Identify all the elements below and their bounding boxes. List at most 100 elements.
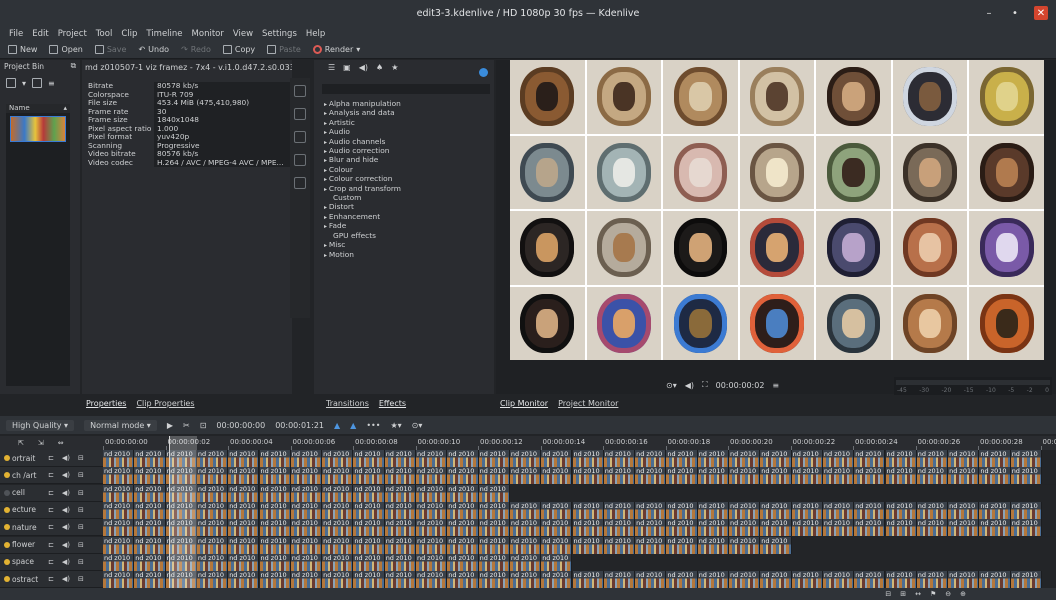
timeline-clip[interactable]: nd z010	[385, 484, 416, 502]
tab-project-monitor[interactable]: Project Monitor	[558, 399, 618, 408]
timeline-clip[interactable]: nd z010	[917, 571, 949, 589]
timeline-clip[interactable]: nd z010	[228, 467, 260, 485]
timeline-clip[interactable]: nd z010	[666, 467, 698, 485]
column-name-header[interactable]: Name	[9, 104, 30, 113]
list-icon[interactable]	[294, 154, 306, 166]
timeline-clip[interactable]: nd z010	[666, 450, 698, 467]
track-header[interactable]: ostract ⊏ ◀) ⊟	[0, 571, 103, 589]
track-header[interactable]: ch /art ⊏ ◀) ⊟	[0, 467, 103, 485]
fullscreen-icon[interactable]: ⛶	[702, 380, 708, 390]
lock-icon[interactable]: ⊏	[48, 471, 54, 479]
timeline-clip[interactable]: nd z010	[385, 519, 416, 537]
track-lane[interactable]: nd z010 nd z010 nd z010 nd z010 nd z010 nd z0…	[103, 484, 1056, 502]
new-button[interactable]: New	[8, 45, 37, 54]
timeline-clip[interactable]: nd z010	[854, 450, 886, 467]
timeline-clip[interactable]: nd z010	[291, 501, 323, 519]
timeline-clip[interactable]: nd z010	[103, 501, 135, 519]
timeline-clip[interactable]: nd z010	[541, 553, 573, 571]
timeline-clip[interactable]: nd z010	[260, 571, 291, 589]
timeline-clip[interactable]: nd z010	[197, 484, 229, 502]
timeline-clip[interactable]: nd z010	[197, 571, 229, 589]
timeline-clip[interactable]: nd z010	[760, 536, 792, 554]
timeline-clip[interactable]: nd z010	[447, 519, 479, 537]
hide-icon[interactable]: ⊟	[78, 489, 84, 497]
timeline-clip[interactable]: nd z010	[134, 536, 166, 554]
timeline-clip[interactable]: nd z010	[479, 501, 510, 519]
track-lane[interactable]: nd z010 nd z010 nd z010 nd z010 nd z010 nd z0…	[103, 571, 1056, 589]
save-button[interactable]: Save	[94, 45, 126, 54]
track-name[interactable]: ortrait	[12, 454, 48, 463]
timeline-clip[interactable]: nd z010	[729, 571, 761, 589]
timeline-clip[interactable]: nd z010	[541, 450, 573, 467]
timeline-clip[interactable]: nd z010	[228, 553, 260, 571]
track-active-icon[interactable]	[4, 558, 10, 565]
timeline-clip[interactable]: nd z010	[322, 571, 354, 589]
timeline-clip[interactable]: nd z010	[479, 519, 510, 537]
timeline-clip[interactable]: nd z010	[854, 501, 886, 519]
hide-icon[interactable]: ⊟	[78, 523, 84, 531]
track-header[interactable]: nature ⊏ ◀) ⊟	[0, 519, 103, 537]
timeline-clip[interactable]: nd z010	[322, 536, 354, 554]
collapse-icon[interactable]: ⇱	[18, 439, 24, 447]
timeline-clip[interactable]: nd z010	[228, 536, 260, 554]
more-icon[interactable]: •••	[366, 421, 380, 430]
timeline-clip[interactable]: nd z010	[948, 501, 980, 519]
timeline-clip[interactable]: nd z010	[197, 450, 229, 467]
list-view-icon[interactable]: ☰	[328, 63, 335, 72]
timeline-clip[interactable]: nd z010	[322, 467, 354, 485]
menu-project[interactable]: Project	[58, 29, 87, 39]
track-lane[interactable]: nd z010 nd z010 nd z010 nd z010 nd z010 nd z0…	[103, 553, 1056, 571]
timeline-clip[interactable]: nd z010	[385, 501, 416, 519]
timeline-clip[interactable]: nd z010	[479, 571, 510, 589]
expand-icon[interactable]: ⇲	[38, 439, 44, 447]
timeline-clip[interactable]: nd z010	[573, 571, 604, 589]
track-active-icon[interactable]	[4, 472, 10, 479]
timeline-clip[interactable]: nd z010	[479, 450, 510, 467]
timeline-clip[interactable]: nd z010	[917, 450, 949, 467]
hide-icon[interactable]: ⊟	[78, 575, 84, 583]
track-header[interactable]: ortrait ⊏ ◀) ⊟	[0, 450, 103, 467]
timeline-clip[interactable]: nd z010	[666, 536, 698, 554]
custom-effects-icon[interactable]: ♠	[376, 63, 383, 72]
insert-icon[interactable]: ▲	[334, 421, 340, 430]
timeline-clip[interactable]: nd z010	[792, 571, 823, 589]
timeline-clip[interactable]: nd z010	[635, 536, 667, 554]
timeline-clip[interactable]: nd z010	[291, 519, 323, 537]
timeline-clip[interactable]: nd z010	[479, 484, 510, 502]
mute-icon[interactable]: ◀)	[62, 575, 70, 583]
timeline-clip[interactable]: nd z010	[635, 467, 667, 485]
timeline-clip[interactable]: nd z010	[103, 519, 135, 537]
menu-clip[interactable]: Clip	[121, 29, 137, 39]
timeline-clip[interactable]: nd z010	[416, 501, 448, 519]
timeline-clip[interactable]: nd z010	[322, 553, 354, 571]
mute-icon[interactable]: ◀)	[62, 471, 70, 479]
track-active-icon[interactable]	[4, 506, 10, 513]
track-name[interactable]: flower	[12, 540, 48, 549]
timeline-clip[interactable]: nd z010	[260, 450, 291, 467]
timeline-clip[interactable]: nd z010	[979, 571, 1011, 589]
arrow-icon[interactable]	[294, 108, 306, 120]
menu-timeline[interactable]: Timeline	[146, 29, 182, 39]
zoom-out-icon[interactable]: ⊖	[945, 590, 951, 598]
timeline-clip[interactable]: nd z010	[886, 519, 917, 537]
timeline-clip[interactable]: nd z010	[510, 571, 542, 589]
settings-icon[interactable]: ⊙▾	[412, 421, 423, 430]
timeline-clip[interactable]: nd z010	[260, 519, 291, 537]
effect-category[interactable]: Motion	[324, 250, 401, 260]
hide-icon[interactable]: ⊟	[78, 454, 84, 462]
close-button[interactable]: ✕	[1034, 6, 1048, 20]
undo-button[interactable]: ↶ Undo	[138, 45, 169, 54]
timeline-clip[interactable]: nd z010	[917, 501, 949, 519]
timeline-clip[interactable]: nd z010	[541, 536, 573, 554]
play-options-icon[interactable]: ⊙▾	[666, 381, 677, 390]
timeline-clip[interactable]: nd z010	[447, 450, 479, 467]
timeline-clip[interactable]: nd z010	[353, 571, 385, 589]
timeline-clip[interactable]: nd z010	[541, 519, 573, 537]
track-name[interactable]: nature	[12, 523, 48, 532]
timeline-clip[interactable]: nd z010	[447, 536, 479, 554]
track-lane[interactable]: nd z010 nd z010 nd z010 nd z010 nd z010 nd z0…	[103, 467, 1056, 485]
menu-edit[interactable]: Edit	[32, 29, 48, 39]
menu-tool[interactable]: Tool	[96, 29, 113, 39]
timeline-clip[interactable]: nd z010	[103, 484, 135, 502]
timeline-clip[interactable]: nd z010	[385, 571, 416, 589]
